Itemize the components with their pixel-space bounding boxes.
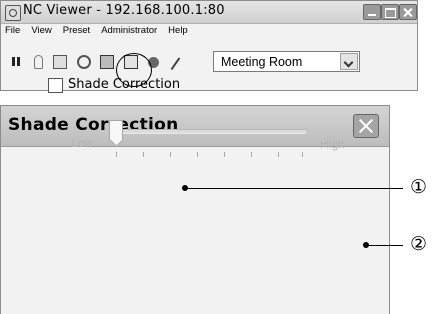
preset-select[interactable]: Meeting Room [213, 51, 360, 72]
microphone-icon[interactable] [34, 55, 43, 69]
menu-help[interactable]: Help [168, 25, 188, 39]
gear-icon[interactable] [77, 55, 91, 69]
slider-tick [170, 152, 171, 157]
close-button[interactable] [399, 4, 417, 20]
callout-number-2: ② [410, 233, 428, 255]
slider-high-label: High [320, 137, 345, 151]
slider-tick [116, 152, 117, 157]
menu-preset[interactable]: Preset [63, 25, 90, 39]
window-title: NC Viewer - 192.168.100.1:80 [23, 3, 225, 18]
callout-number-1: ① [410, 176, 428, 198]
slider-low-label: Low [71, 136, 94, 150]
shade-correction-checkbox[interactable] [48, 78, 63, 93]
dialog-close-button[interactable] [353, 114, 379, 138]
slider-tick [197, 152, 198, 157]
menu-view[interactable]: View [31, 25, 51, 39]
menu-administrator[interactable]: Administrator [101, 25, 157, 39]
slider-track[interactable] [110, 129, 306, 134]
callout-line-2 [366, 245, 403, 246]
slider-tick [251, 152, 252, 157]
camera-icon[interactable] [100, 55, 114, 69]
minimize-button[interactable] [363, 4, 381, 20]
preset-select-value: Meeting Room [221, 55, 303, 69]
slider-tick [302, 152, 303, 157]
window-icon[interactable] [53, 55, 67, 69]
menu-bar: File View Preset Administrator Help [5, 25, 188, 39]
title-bar[interactable]: NC Viewer - 192.168.100.1:80 [1, 1, 417, 24]
wrench-icon[interactable] [165, 53, 181, 71]
slider-tick [143, 152, 144, 157]
maximize-button[interactable] [381, 4, 399, 20]
shade-correction-label[interactable]: Shade Correction [68, 77, 180, 92]
slider-tick [278, 152, 279, 157]
callout-line-1 [185, 188, 403, 189]
slider-tick [224, 152, 225, 157]
menu-file[interactable]: File [5, 25, 20, 39]
chevron-down-icon[interactable] [340, 53, 358, 70]
slider-thumb[interactable] [109, 120, 123, 141]
app-icon [5, 5, 21, 21]
pause-icon[interactable] [10, 55, 24, 69]
